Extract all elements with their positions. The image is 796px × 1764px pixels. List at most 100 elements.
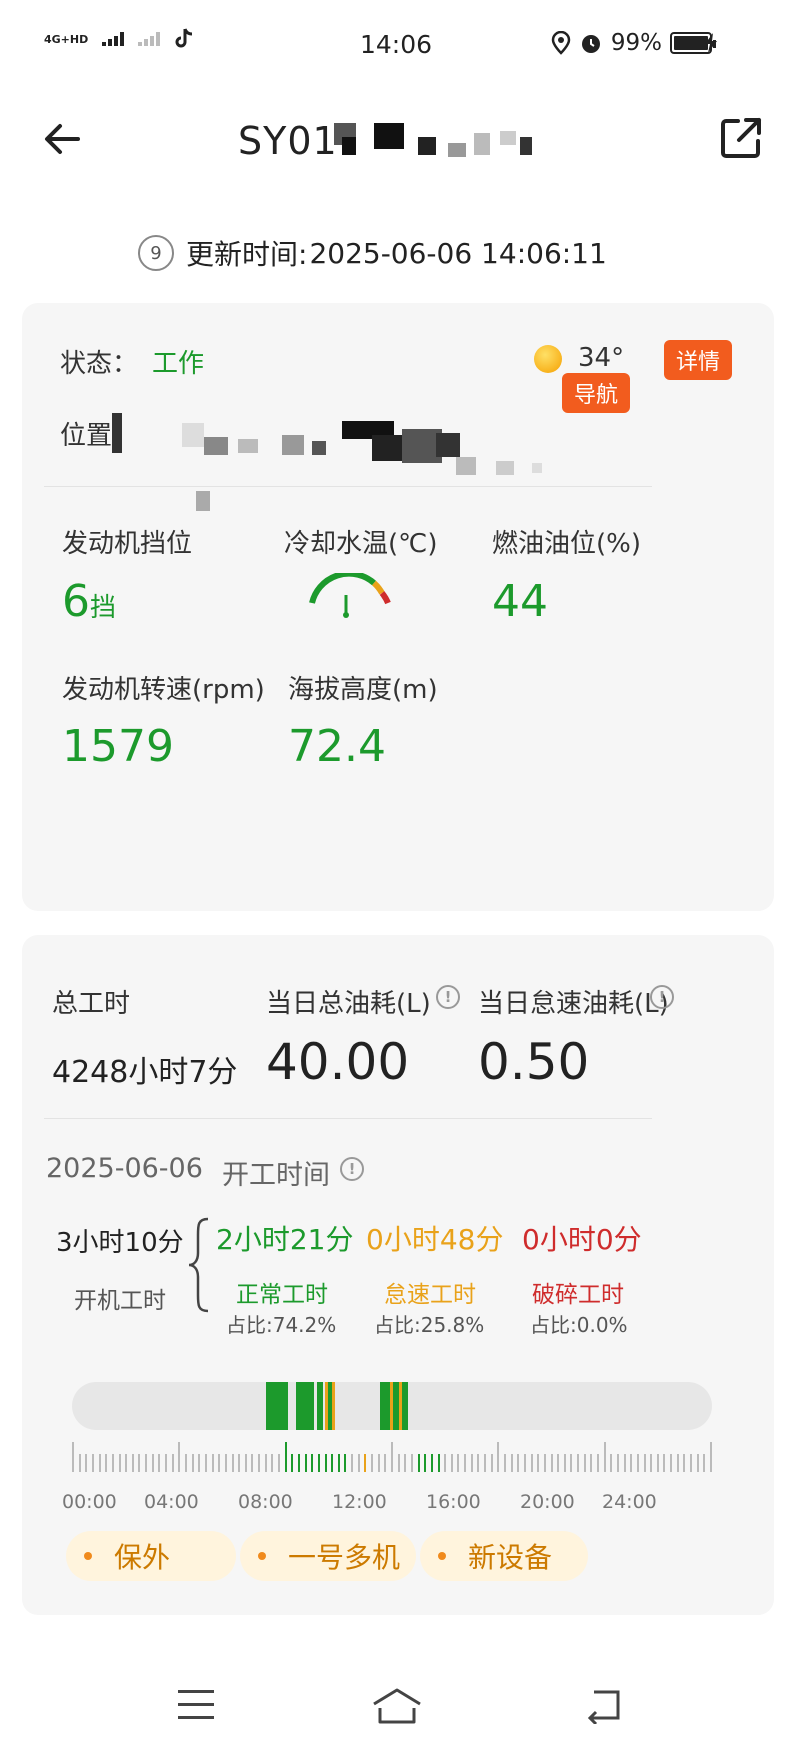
timeline-tick (637, 1454, 639, 1472)
title-redacted-mosaic (334, 117, 564, 167)
timeline-tick (325, 1454, 327, 1472)
timeline-tick (112, 1454, 114, 1472)
timeline-tick (604, 1442, 606, 1472)
timeline-tick (152, 1454, 154, 1472)
alarm-icon (581, 35, 600, 53)
timeline-tick (531, 1454, 533, 1472)
total-hours-label: 总工时 (52, 989, 131, 1019)
back-icon[interactable] (584, 1688, 624, 1724)
timeline-tick (644, 1454, 646, 1472)
timeline-tick (119, 1454, 121, 1472)
timeline-tick (517, 1454, 519, 1472)
timeline-tick (663, 1454, 665, 1472)
timeline-tick (471, 1454, 473, 1472)
timeline-tick (391, 1442, 393, 1472)
timeline-tick (358, 1454, 360, 1472)
timeline-hour-label: 04:00 (144, 1491, 199, 1513)
timeline-tick (105, 1454, 107, 1472)
menu-icon[interactable] (178, 1690, 214, 1729)
timeline-tick (338, 1454, 340, 1472)
tiktok-icon (175, 28, 193, 48)
timeline-tick (258, 1454, 260, 1472)
timeline-hour-label: 24:00 (602, 1491, 657, 1513)
altitude-value: 72.4 (288, 721, 386, 772)
normal-hours-label: 正常工时 (236, 1282, 328, 1308)
location-icon (551, 31, 571, 55)
work-time-info-icon[interactable]: ! (340, 1157, 364, 1181)
timeline-tick (590, 1454, 592, 1472)
timeline-tick (464, 1454, 466, 1472)
timeline-tick (683, 1454, 685, 1472)
timeline-tick (670, 1454, 672, 1472)
fuel-label: 燃油油位(%) (492, 529, 641, 559)
battery-percent: 99% (610, 30, 662, 56)
timeline-tick (404, 1454, 406, 1472)
idle-hours-ratio: 占比:25.8% (374, 1313, 485, 1337)
engine-time-label: 开机工时 (74, 1288, 166, 1314)
tag-chip-multi-machine[interactable]: 一号多机 (240, 1531, 416, 1581)
timeline-tick (438, 1454, 440, 1472)
timeline-tick (212, 1454, 214, 1472)
timeline-tick (411, 1454, 413, 1472)
navigation-button[interactable]: 导航 (562, 373, 631, 413)
timeline-tick (92, 1454, 94, 1472)
timeline-tick (418, 1454, 420, 1472)
timeline-tick (371, 1454, 373, 1472)
timeline-tick (384, 1454, 386, 1472)
timeline-tick (537, 1454, 539, 1472)
work-date: 2025-06-06 (46, 1153, 203, 1184)
daily-fuel-info-icon[interactable]: ! (436, 985, 460, 1009)
status-value: 工作 (152, 349, 205, 379)
back-arrow-icon[interactable] (40, 117, 84, 161)
timeline-tick (72, 1442, 74, 1472)
timeline-tick (477, 1454, 479, 1472)
timeline-tick (544, 1454, 546, 1472)
breaker-hours-label: 破碎工时 (532, 1282, 624, 1308)
timeline-tick (610, 1454, 612, 1472)
home-icon[interactable] (370, 1686, 424, 1726)
timeline-tick (271, 1454, 273, 1472)
timeline-tick (251, 1454, 253, 1472)
timeline-tick (79, 1454, 81, 1472)
tag-chip-out-of-warranty[interactable]: 保外 (66, 1531, 236, 1581)
timeline-tick (444, 1454, 446, 1472)
timeline-tick (597, 1454, 599, 1472)
update-time-value: 2025-06-06 14:06:11 (309, 236, 607, 270)
timeline-tick (511, 1454, 513, 1472)
timeline-tick (351, 1454, 353, 1472)
coolant-gauge-icon (309, 573, 391, 618)
idle-fuel-info-icon[interactable]: ! (650, 985, 674, 1009)
refresh-countdown-icon[interactable]: 9 (138, 235, 174, 271)
status-label: 状态： (60, 349, 139, 379)
total-hours-value: 4248小时7分 (52, 1055, 238, 1090)
rpm-value: 1579 (62, 721, 174, 772)
idle-fuel-label: 当日怠速油耗(L) (478, 989, 669, 1019)
timeline-tick (617, 1454, 619, 1472)
timeline-tick (504, 1454, 506, 1472)
tag-chip-new-device[interactable]: 新设备 (420, 1531, 588, 1581)
coolant-label: 冷却水温(℃) (284, 529, 438, 559)
weather-sun-icon (534, 345, 562, 373)
timeline-tick (484, 1454, 486, 1472)
timeline-tick (424, 1454, 426, 1472)
update-time-label: 更新时间: (186, 238, 308, 271)
idle-fuel-value: 0.50 (478, 1033, 590, 1091)
timeline-tick (650, 1454, 652, 1472)
timeline-tick (138, 1454, 140, 1472)
timeline-hour-label: 16:00 (426, 1491, 481, 1513)
timeline-tick (630, 1454, 632, 1472)
timeline-tick (178, 1442, 180, 1472)
external-link-icon[interactable] (716, 113, 766, 163)
detail-button[interactable]: 详情 (664, 340, 733, 380)
temperature: 34° (578, 343, 625, 373)
breaker-hours-value: 0小时0分 (522, 1223, 642, 1256)
timeline-hour-label: 08:00 (238, 1491, 293, 1513)
work-time-label: 开工时间 (222, 1160, 330, 1191)
timeline-tick (198, 1454, 200, 1472)
timeline-hour-label: 20:00 (520, 1491, 575, 1513)
update-time-row: 9 更新时间: 2025-06-06 14:06:11 (138, 233, 607, 273)
engine-time-value: 3小时10分 (56, 1228, 184, 1258)
timeline-tick (85, 1454, 87, 1472)
work-timeline-bar[interactable] (72, 1382, 712, 1430)
timeline-tick (624, 1454, 626, 1472)
